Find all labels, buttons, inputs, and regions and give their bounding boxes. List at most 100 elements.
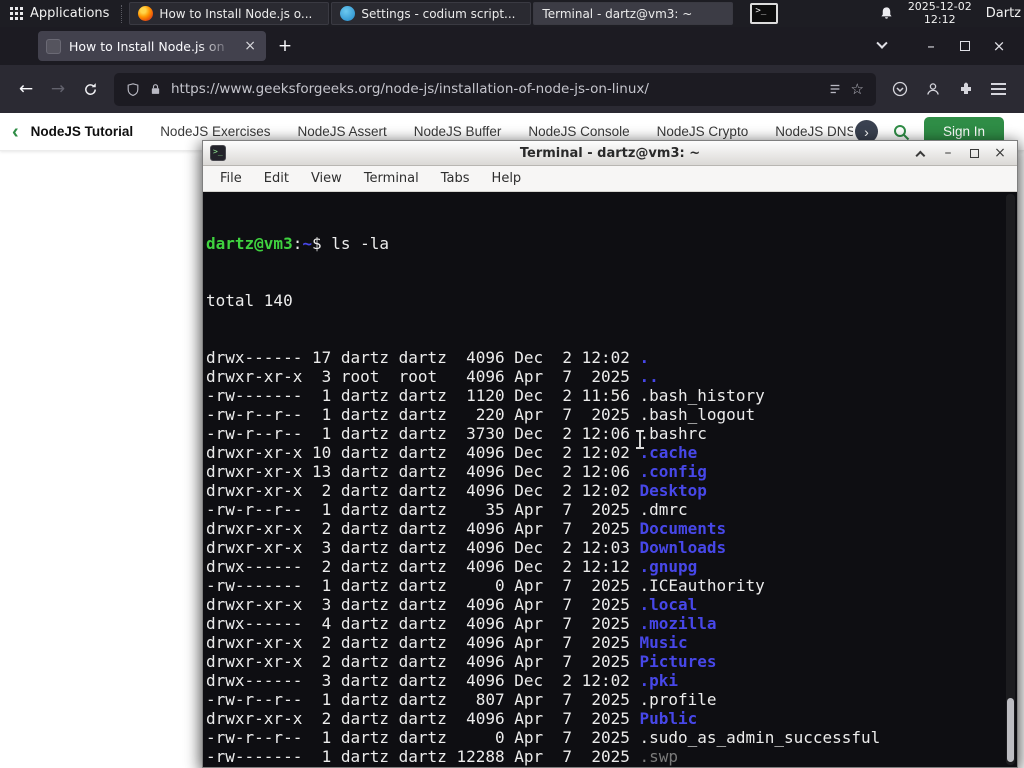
site-search-icon[interactable]	[892, 123, 910, 141]
shade-button[interactable]	[912, 144, 932, 162]
file-attributes: drwx------ 2 dartz dartz 4096 Dec 2 12:1…	[206, 557, 640, 576]
file-attributes: -rw-r--r-- 1 dartz dartz 220 Apr 7 2025	[206, 405, 640, 424]
file-name: .swp	[639, 747, 679, 766]
tray-terminal-icon[interactable]	[750, 3, 779, 24]
prompt-symbol: $	[311, 234, 332, 253]
menu-terminal[interactable]: Terminal	[353, 166, 430, 192]
ls-output-line: drwx------ 3 dartz dartz 4096 Dec 2 12:0…	[206, 671, 1017, 690]
task-label: Terminal - dartz@vm3: ~	[542, 6, 693, 21]
tab-title: How to Install Node.js on	[69, 38, 225, 54]
panel-task-button[interactable]: Settings - codium script...	[331, 2, 532, 25]
url-text[interactable]: https://www.geeksforgeeks.org/node-js/in…	[171, 81, 819, 97]
terminal-close-button[interactable]: ×	[990, 144, 1010, 162]
notification-bell-icon[interactable]	[879, 6, 894, 21]
prompt-user: dartz@vm3	[206, 234, 293, 253]
ls-output-line: drwxr-xr-x 3 dartz dartz 4096 Apr 7 2025…	[206, 595, 1017, 614]
applications-menu-button[interactable]: Applications	[0, 0, 119, 27]
file-attributes: drwxr-xr-x 3 root root 4096 Apr 7 2025	[206, 367, 640, 386]
menu-help[interactable]: Help	[481, 166, 533, 192]
ls-output-line: drwxr-xr-x 2 dartz dartz 4096 Apr 7 2025…	[206, 633, 1017, 652]
maximize-icon	[969, 148, 979, 158]
forward-button[interactable]: →	[42, 74, 74, 104]
pocket-icon[interactable]	[892, 81, 908, 97]
site-nav-link[interactable]: NodeJS Crypto	[657, 124, 749, 139]
ls-output-line: -rw------- 1 dartz dartz 12288 Apr 7 202…	[206, 747, 1017, 766]
terminal-titlebar[interactable]: Terminal - dartz@vm3: ~ – ×	[203, 141, 1017, 166]
directory-name: .cache	[639, 443, 698, 462]
panel-task-button[interactable]: How to Install Node.js o...	[129, 2, 330, 25]
terminal-content[interactable]: dartz@vm3:~$ ls -la total 140 drwx------…	[203, 192, 1017, 767]
browser-toolbar: ← → https://www.geeksforgeeks.org/node-j…	[0, 65, 1024, 113]
clock-time: 12:12	[923, 12, 956, 26]
panel-tasklist: How to Install Node.js o... Settings - co…	[128, 0, 1018, 768]
file-attributes: -rw------- 1 dartz dartz 0 Apr 7 2025	[206, 576, 640, 595]
toolbar-right-icons	[884, 81, 1014, 97]
file-attributes: drwxr-xr-x 3 dartz dartz 4096 Apr 7 2025	[206, 595, 640, 614]
browser-minimize-button[interactable]: –	[914, 31, 948, 61]
ls-output-line: drwxr-xr-x 10 dartz dartz 4096 Dec 2 12:…	[206, 443, 1017, 462]
browser-close-button[interactable]: ×	[982, 31, 1016, 61]
browser-tab[interactable]: How to Install Node.js on ×	[38, 31, 266, 61]
site-nav-link[interactable]: NodeJS DNS	[775, 124, 853, 139]
terminal-minimize-button[interactable]: –	[938, 144, 958, 162]
file-attributes: drwx------ 17 dartz dartz 4096 Dec 2 12:…	[206, 348, 640, 367]
site-nav-link[interactable]: NodeJS Console	[528, 124, 629, 139]
file-name: .ICEauthority	[639, 576, 765, 595]
menu-file[interactable]: File	[209, 166, 253, 192]
reader-mode-icon[interactable]	[828, 82, 842, 96]
directory-name: Pictures	[639, 652, 717, 671]
file-attributes: drwxr-xr-x 2 dartz dartz 4096 Dec 2 12:0…	[206, 481, 640, 500]
codium-icon	[340, 6, 356, 21]
reload-button[interactable]	[74, 74, 106, 104]
lock-icon[interactable]	[149, 82, 162, 96]
terminal-maximize-button[interactable]	[964, 144, 984, 162]
chevron-up-icon	[914, 150, 925, 161]
tab-favicon	[46, 38, 61, 54]
file-attributes: -rw------- 1 dartz dartz 1120 Dec 2 11:5…	[206, 386, 640, 405]
prompt-line: dartz@vm3:~$ ls -la	[206, 234, 1017, 253]
extensions-puzzle-icon[interactable]	[958, 81, 974, 97]
scrollbar-thumb[interactable]	[1007, 698, 1014, 762]
file-attributes: -rw-r--r-- 1 dartz dartz 3730 Dec 2 12:0…	[206, 424, 640, 443]
site-nav-link[interactable]: NodeJS Exercises	[160, 124, 270, 139]
tab-close-icon[interactable]: ×	[242, 38, 258, 54]
file-attributes: -rw------- 1 dartz dartz 12288 Apr 7 202…	[206, 747, 640, 766]
ls-output-line: drwxr-xr-x 2 dartz dartz 4096 Apr 7 2025…	[206, 652, 1017, 671]
terminal-window: Terminal - dartz@vm3: ~ – × FileEditView…	[202, 140, 1018, 768]
site-nav-link[interactable]: NodeJS Buffer	[414, 124, 502, 139]
file-attributes: drwx------ 3 dartz dartz 4096 Dec 2 12:0…	[206, 671, 640, 690]
file-attributes: -rw-r--r-- 1 dartz dartz 0 Apr 7 2025	[206, 728, 640, 747]
file-attributes: drwxr-xr-x 2 dartz dartz 4096 Apr 7 2025	[206, 709, 640, 728]
site-nav-link[interactable]: NodeJS Tutorial	[31, 124, 134, 139]
ls-output-line: -rw-r--r-- 1 dartz dartz 3730 Dec 2 12:0…	[206, 424, 1017, 443]
terminal-scrollbar[interactable]	[1006, 194, 1015, 765]
ls-output-line: drwxr-xr-x 2 dartz dartz 4096 Apr 7 2025…	[206, 709, 1017, 728]
task-label: How to Install Node.js o...	[159, 6, 313, 21]
nav-scroll-left-icon[interactable]: ‹	[12, 122, 19, 142]
menu-tabs[interactable]: Tabs	[430, 166, 481, 192]
list-all-tabs-chevron-icon[interactable]	[876, 37, 888, 49]
tracking-shield-icon[interactable]	[126, 82, 140, 97]
menu-edit[interactable]: Edit	[253, 166, 300, 192]
file-attributes: drwxr-xr-x 2 dartz dartz 4096 Apr 7 2025	[206, 633, 640, 652]
menu-view[interactable]: View	[300, 166, 353, 192]
url-bar[interactable]: https://www.geeksforgeeks.org/node-js/in…	[114, 72, 876, 106]
ls-output-line: -rw-r--r-- 1 dartz dartz 35 Apr 7 2025 .…	[206, 500, 1017, 519]
ls-output-line: -rw------- 1 dartz dartz 1120 Dec 2 11:5…	[206, 386, 1017, 405]
bookmark-star-icon[interactable]: ☆	[851, 80, 864, 98]
directory-name: Documents	[639, 519, 727, 538]
chevron-right-glyph: ›	[864, 123, 869, 140]
site-nav-link[interactable]: NodeJS Assert	[297, 124, 386, 139]
panel-clock[interactable]: 2025-12-02 12:12	[908, 0, 972, 26]
prompt-path: ~	[302, 234, 312, 253]
panel-username[interactable]: Dartz	[986, 6, 1021, 21]
new-tab-button[interactable]: +	[270, 31, 300, 61]
system-tray	[750, 3, 779, 24]
directory-name: .gnupg	[639, 557, 698, 576]
panel-task-button[interactable]: Terminal - dartz@vm3: ~	[202, 2, 1018, 768]
browser-restore-button[interactable]	[948, 31, 982, 61]
menu-hamburger-icon[interactable]	[991, 83, 1006, 95]
site-nav-links: NodeJS Tutorial NodeJS Exercises NodeJS As…	[31, 124, 853, 139]
account-icon[interactable]	[925, 81, 941, 97]
back-button[interactable]: ←	[10, 74, 42, 104]
